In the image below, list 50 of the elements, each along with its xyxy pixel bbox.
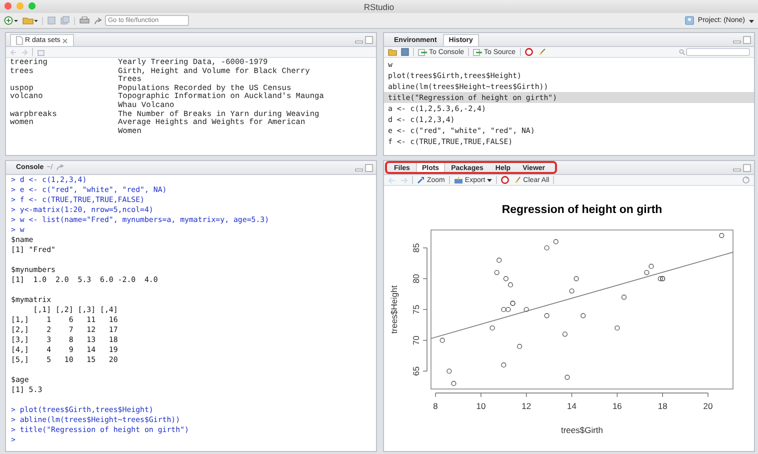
y-axis-label: trees$Height	[389, 285, 399, 334]
forward-icon[interactable]	[400, 176, 408, 184]
save-all-icon[interactable]	[60, 16, 70, 25]
delete-icon[interactable]	[501, 176, 510, 184]
y-tick-label: 85	[411, 243, 421, 253]
x-tick-label: 10	[476, 401, 486, 411]
delete-icon[interactable]	[524, 48, 534, 56]
minimize-window-icon[interactable]	[16, 2, 24, 10]
y-tick-label: 70	[411, 336, 421, 346]
x-tick-label: 18	[658, 401, 668, 411]
maximize-icon[interactable]	[365, 164, 373, 172]
chart-title: Regression of height on girth	[502, 204, 662, 216]
close-window-icon[interactable]	[4, 2, 12, 10]
back-icon[interactable]	[388, 176, 396, 184]
caret-icon	[487, 178, 492, 182]
back-icon[interactable]	[10, 48, 17, 56]
maximize-icon[interactable]	[743, 164, 751, 172]
search-field[interactable]	[686, 48, 750, 56]
broom-icon[interactable]	[538, 48, 546, 56]
x-tick-label: 8	[433, 401, 438, 411]
x-axis-label: trees$Girth	[560, 425, 604, 435]
x-tick-label: 20	[703, 401, 713, 411]
window-title: RStudio	[364, 2, 394, 12]
go-to-directory-icon[interactable]	[56, 164, 65, 171]
x-tick-label: 16	[612, 401, 622, 411]
zoom-icon	[417, 176, 425, 184]
folder-icon[interactable]	[22, 16, 38, 25]
caret-icon[interactable]	[749, 18, 754, 22]
save-icon[interactable]	[47, 16, 56, 25]
y-tick-label: 80	[411, 274, 421, 284]
document-icon	[16, 36, 23, 45]
search-icon	[679, 49, 685, 55]
broom-icon	[514, 176, 522, 184]
refresh-icon[interactable]	[742, 176, 750, 184]
close-icon[interactable]	[62, 38, 68, 44]
picture-icon	[454, 176, 463, 184]
y-tick-label: 75	[411, 304, 421, 314]
arrow-icon	[94, 16, 103, 24]
new-file-icon[interactable]	[4, 16, 18, 25]
save-icon[interactable]	[401, 48, 409, 56]
x-tick-label: 12	[522, 401, 532, 411]
zoom-window-icon[interactable]	[28, 2, 36, 10]
x-tick-label: 14	[567, 401, 577, 411]
forward-icon[interactable]	[21, 48, 28, 56]
y-tick-label: 65	[411, 366, 421, 376]
maximize-icon[interactable]	[743, 36, 751, 44]
project-icon[interactable]	[684, 16, 694, 25]
maximize-icon[interactable]	[365, 36, 373, 44]
popout-icon[interactable]	[37, 48, 45, 56]
print-icon[interactable]	[79, 16, 90, 25]
